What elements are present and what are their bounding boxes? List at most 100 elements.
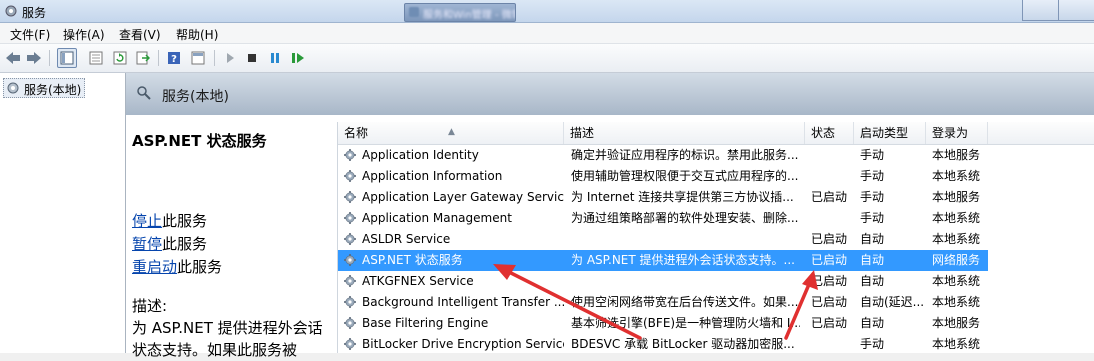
window-title: 服务 [22,6,47,20]
start-service-button[interactable] [220,48,240,68]
action-stop: 停止此服务 [132,210,207,231]
service-description: 使用空闲网络带宽在后台传送文件。如果... [571,295,799,309]
column-logon-label: 登录为 [932,126,969,140]
taskbar-tab[interactable]: 服务和Win管理 - 微软雅黑 [404,3,516,22]
service-logon-as: 本地系统 [932,169,981,183]
stop-icon [248,54,256,62]
column-header-startup-type[interactable]: 启动类型 [854,122,926,144]
service-name-cell: ATKGFNEX Service [343,271,564,292]
service-name-cell: Application Layer Gateway Service [343,187,564,208]
service-status [811,334,855,355]
service-startup-type: 手动 [860,337,885,351]
column-header-status[interactable]: 状态 [805,122,854,144]
table-row[interactable]: Application Identity 确定并验证应用程序的标识。禁用此服务..… [338,145,988,166]
description-label: 描述: [132,297,168,315]
table-row[interactable]: Base Filtering Engine 基本筛选引擎(BFE)是一种管理防火墙… [338,313,988,334]
stop-service-link[interactable]: 停止 [132,212,162,230]
service-description: 为 Internet 连接共享提供第三方协议插... [571,190,794,204]
table-row[interactable]: BitLocker Drive Encryption Service BDESVC… [338,334,988,355]
stop-service-button[interactable] [242,48,262,68]
table-row[interactable]: Application Management 为通过组策略部署的软件处理安装、删除… [338,208,988,229]
action-restart: 重启动此服务 [132,256,222,277]
services-list: 名称 ▲ 描述 状态 启动类型 登录为 Application Identity… [337,122,1094,353]
menu-file[interactable]: 文件(F) [10,26,50,43]
service-description: 基本筛选引擎(BFE)是一种管理防火墙和 I... [571,316,800,330]
service-name: Application Information [362,169,503,183]
show-console-tree-button[interactable] [57,48,77,68]
properties-icon [89,51,103,65]
service-startup-type: 手动 [860,190,885,204]
gear-icon [344,233,356,245]
export-icon [136,51,150,65]
properties-button[interactable] [86,48,106,68]
restart-service-link[interactable]: 重启动 [132,258,177,276]
service-logon-as: 本地系统 [932,337,981,351]
service-status: 已启动 [811,190,848,204]
menu-action[interactable]: 操作(A) [63,26,105,43]
maximize-button[interactable] [1058,0,1094,21]
table-row[interactable]: Application Layer Gateway Service 为 Inter… [338,187,988,208]
refresh-button[interactable] [110,48,130,68]
pause-service-link[interactable]: 暂停 [132,235,162,253]
service-name: BitLocker Drive Encryption Service [362,337,564,351]
toolbar: ? [0,44,1094,73]
gear-icon [344,149,356,161]
view-icon [191,51,205,65]
column-header-name[interactable]: 名称 ▲ [338,122,564,144]
minimize-button[interactable] [1022,0,1060,21]
resume-service-button[interactable] [288,48,308,68]
column-header-logon[interactable]: 登录为 [926,122,988,144]
gear-icon [344,338,356,350]
service-startup-type: 自动 [860,316,885,330]
export-list-button[interactable] [133,48,153,68]
service-description [571,229,800,250]
service-name: Background Intelligent Transfer ... [362,295,564,309]
extended-description-pane: ASP.NET 状态服务 停止此服务 暂停此服务 重启动此服务 描述: 为 AS… [126,115,329,359]
menu-view[interactable]: 查看(V) [119,26,161,43]
service-name-cell: ASLDR Service [343,229,564,250]
forward-button[interactable] [24,48,44,68]
gear-icon [344,254,356,266]
service-logon-as: 本地系统 [932,274,981,288]
gear-icon [7,82,19,94]
list-header: 名称 ▲ 描述 状态 启动类型 登录为 [338,122,1094,145]
table-row[interactable]: Background Intelligent Transfer ... 使用空闲网… [338,292,988,313]
svg-text:?: ? [171,54,177,65]
service-description: 为通过组策略部署的软件处理安装、删除... [571,211,799,225]
pause-service-button[interactable] [265,48,285,68]
table-row[interactable]: ASLDR Service 已启动 自动 本地系统 [338,229,988,250]
service-name: Application Management [362,211,512,225]
service-logon-as: 本地系统 [932,232,981,246]
column-status-label: 状态 [811,126,836,140]
description-text: 为 ASP.NET 提供进程外会话状态支持。如果此服务被 [132,319,323,359]
column-header-description[interactable]: 描述 [564,122,805,144]
tree-node-services-local[interactable]: 服务(本地) [3,78,86,98]
service-name: ATKGFNEX Service [362,274,474,288]
column-name-label: 名称 [344,126,369,140]
service-description [571,271,800,292]
service-status: 已启动 [811,295,848,309]
column-description-label: 描述 [570,126,595,140]
table-row[interactable]: Application Information 使用辅助管理权限便于交互式应用程序… [338,166,988,187]
column-startup-label: 启动类型 [860,126,909,140]
service-name-cell: Background Intelligent Transfer ... [343,292,564,313]
action-pause-suffix: 此服务 [162,235,208,253]
menu-help[interactable]: 帮助(H) [176,26,218,43]
table-row[interactable]: ATKGFNEX Service 已启动 自动 本地系统 [338,271,988,292]
service-name-cell: ASP.NET 状态服务 [343,250,564,271]
service-name-cell: Application Management [343,208,564,229]
service-status [811,208,855,229]
service-status: 已启动 [811,316,848,330]
help-button[interactable]: ? [164,48,184,68]
menu-bar: 文件(F) 操作(A) 查看(V) 帮助(H) [0,23,1094,44]
table-row[interactable]: ASP.NET 状态服务 为 ASP.NET 提供进程外会话状态支持。... 已启动… [338,250,988,271]
service-status: 已启动 [811,232,848,246]
view-button[interactable] [188,48,208,68]
back-button[interactable] [3,48,23,68]
resume-icon [292,53,304,63]
service-startup-type: 自动 [860,274,885,288]
back-icon [6,52,20,64]
service-name: ASP.NET 状态服务 [362,253,463,267]
taskbar-tab-label: 服务和Win管理 - 微软雅黑 [423,10,515,21]
selected-service-name: ASP.NET 状态服务 [132,132,267,150]
